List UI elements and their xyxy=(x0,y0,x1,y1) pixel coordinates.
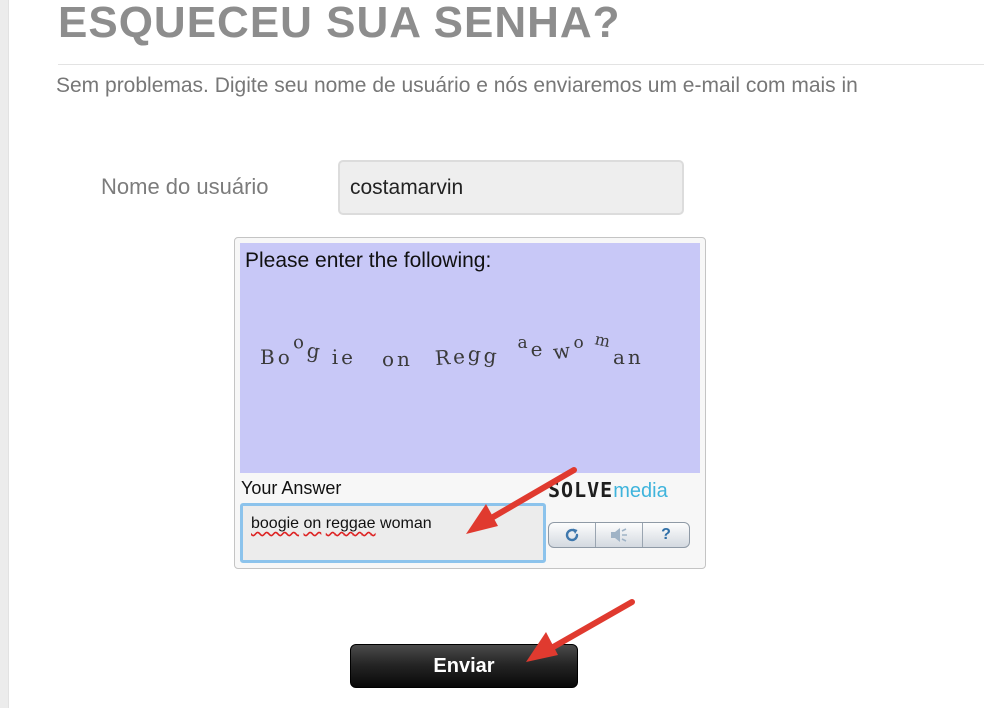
answer-word: reggae xyxy=(325,515,376,532)
solve-media-logo: SOLVEmedia xyxy=(548,478,668,503)
brand-media: media xyxy=(613,480,668,502)
submit-button[interactable]: Enviar xyxy=(350,644,578,688)
captcha-answer-input[interactable]: boogie on reggae woman xyxy=(240,503,546,563)
page-title: ESQUECEU SUA SENHA? xyxy=(58,0,621,47)
title-divider xyxy=(58,64,984,65)
help-button[interactable]: ? xyxy=(643,523,689,547)
answer-word: woman xyxy=(380,515,432,532)
page-subtitle: Sem problemas. Digite seu nome de usuári… xyxy=(56,74,858,97)
audio-button[interactable] xyxy=(596,523,643,547)
captcha-challenge-text: Boog ie on Regg ae wo man xyxy=(260,329,644,371)
username-input[interactable] xyxy=(338,160,684,215)
captcha-prompt: Please enter the following: xyxy=(245,249,492,272)
captcha-controls: ? xyxy=(548,522,690,548)
answer-label: Your Answer xyxy=(241,478,342,498)
answer-word: on xyxy=(303,515,322,532)
refresh-icon xyxy=(565,528,579,542)
answer-word: boogie xyxy=(251,515,300,532)
captcha-image: Please enter the following: Boog ie on Reg… xyxy=(240,243,700,473)
refresh-button[interactable] xyxy=(549,523,596,547)
speaker-icon xyxy=(611,528,627,542)
left-rail xyxy=(0,0,9,708)
captcha-widget: Please enter the following: Boog ie on Reg… xyxy=(234,237,706,569)
username-label: Nome do usuário xyxy=(101,174,269,199)
help-icon: ? xyxy=(661,526,671,543)
brand-solve: SOLVE xyxy=(548,478,614,502)
